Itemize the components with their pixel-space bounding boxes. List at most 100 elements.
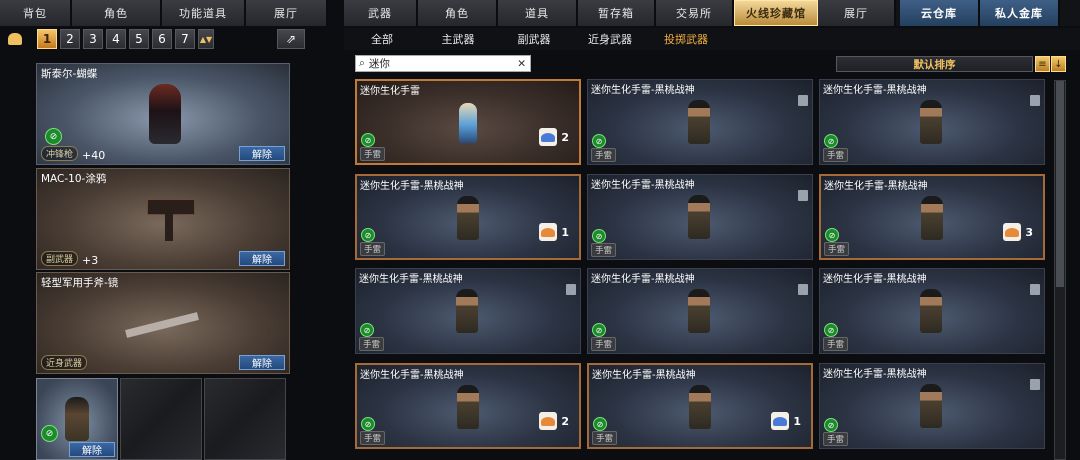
trash-icon[interactable] bbox=[566, 284, 576, 295]
scrollbar[interactable] bbox=[1054, 80, 1066, 460]
equipped-slot-1[interactable]: 斯泰尔-蝴蝶 ⊘ 冲锋枪 +40 解除 bbox=[36, 63, 290, 165]
page-1-button[interactable]: 1 bbox=[37, 29, 57, 49]
list-view-icon[interactable]: ≡ bbox=[1035, 56, 1050, 72]
item-type-tag: 手雷 bbox=[823, 148, 849, 162]
category-tag: 近身武器 bbox=[41, 355, 88, 370]
bound-icon: ⊘ bbox=[824, 323, 838, 337]
item-figure bbox=[688, 100, 710, 144]
equipped-slot-2[interactable]: MAC-10-涂鸦 副武器 +3 解除 bbox=[36, 168, 290, 270]
subtab-primary[interactable]: 主武器 bbox=[420, 31, 496, 47]
item-name: 迷你生化手雷 bbox=[360, 86, 420, 97]
unequip-button[interactable]: 解除 bbox=[69, 442, 115, 457]
item-card[interactable]: 迷你生化手雷-黑桃战神 ⊘ 手雷 3 bbox=[819, 174, 1045, 260]
subtab-melee[interactable]: 近身武器 bbox=[572, 31, 648, 47]
tab-character[interactable]: 角色 bbox=[72, 0, 162, 26]
page-2-button[interactable]: 2 bbox=[60, 29, 80, 49]
trash-icon[interactable] bbox=[798, 190, 808, 201]
item-type-tag: 手雷 bbox=[359, 337, 385, 351]
item-figure bbox=[457, 385, 479, 429]
trash-icon[interactable] bbox=[1030, 379, 1040, 390]
subtab-throwing[interactable]: 投掷武器 bbox=[648, 31, 724, 47]
equipped-name: 轻型军用手斧-镜 bbox=[41, 277, 119, 289]
page-stepper-icon[interactable]: ▲▼ bbox=[198, 29, 214, 49]
item-figure bbox=[457, 196, 479, 240]
left-tab-bar: 背包 角色 功能道具 展厅 bbox=[0, 0, 328, 26]
tab-props[interactable]: 道具 bbox=[498, 0, 578, 26]
item-type-tag: 手雷 bbox=[823, 432, 849, 446]
equipped-slot-3[interactable]: 轻型军用手斧-镜 近身武器 解除 bbox=[36, 272, 290, 374]
cake-icon bbox=[771, 412, 790, 430]
tab-function-items[interactable]: 功能道具 bbox=[162, 0, 246, 26]
item-card[interactable]: 迷你生化手雷-黑桃战神 ⊘ 手雷 1 bbox=[587, 363, 813, 449]
item-card[interactable]: 迷你生化手雷-黑桃战神 ⊘ 手雷 1 bbox=[355, 174, 581, 260]
trash-icon[interactable] bbox=[1030, 95, 1040, 106]
page-7-button[interactable]: 7 bbox=[175, 29, 195, 49]
bound-icon: ⊘ bbox=[592, 229, 606, 243]
equipped-name: MAC-10-涂鸦 bbox=[41, 173, 107, 185]
item-card[interactable]: 迷你生化手雷 ⊘ 手雷 2 bbox=[355, 79, 581, 165]
item-figure bbox=[920, 384, 942, 428]
item-name: 迷你生化手雷-黑桃战神 bbox=[359, 274, 463, 285]
unequip-button[interactable]: 解除 bbox=[239, 251, 285, 266]
subtab-secondary[interactable]: 副武器 bbox=[496, 31, 572, 47]
empty-small-slot-3[interactable] bbox=[204, 378, 286, 460]
page-6-button[interactable]: 6 bbox=[152, 29, 172, 49]
item-count: 3 bbox=[1025, 225, 1033, 239]
trash-icon[interactable] bbox=[1030, 284, 1040, 295]
tab-storage-box[interactable]: 暂存箱 bbox=[578, 0, 656, 26]
bound-icon: ⊘ bbox=[592, 134, 606, 148]
weapon-grip bbox=[165, 213, 173, 241]
trash-icon[interactable] bbox=[798, 284, 808, 295]
cake-icon bbox=[539, 223, 558, 241]
category-tag: 副武器 bbox=[41, 251, 79, 266]
page-3-button[interactable]: 3 bbox=[83, 29, 103, 49]
item-card[interactable]: 迷你生化手雷-黑桃战神 ⊘ 手雷 bbox=[587, 268, 813, 354]
sort-dropdown[interactable]: 默认排序 bbox=[836, 56, 1033, 72]
bound-icon: ⊘ bbox=[45, 128, 62, 145]
tab-showroom-right[interactable]: 展厅 bbox=[818, 0, 896, 26]
cake-icon bbox=[1003, 223, 1022, 241]
item-type-tag: 手雷 bbox=[591, 243, 617, 257]
bound-icon: ⊘ bbox=[41, 425, 58, 442]
search-input[interactable]: ⌕ 迷你 ✕ bbox=[355, 55, 531, 72]
item-card[interactable]: 迷你生化手雷-黑桃战神 ⊘ 手雷 bbox=[819, 79, 1045, 165]
sort-direction-icon[interactable]: ↓ bbox=[1051, 56, 1066, 72]
weapon-subtabs: 全部 主武器 副武器 近身武器 投掷武器 bbox=[344, 28, 1080, 50]
bound-icon: ⊘ bbox=[592, 323, 606, 337]
item-figure bbox=[689, 385, 711, 429]
tab-collection-hall[interactable]: 火线珍藏馆 bbox=[734, 0, 818, 26]
item-type-tag: 手雷 bbox=[360, 431, 386, 445]
empty-small-slot-2[interactable] bbox=[120, 378, 202, 460]
tab-roles[interactable]: 角色 bbox=[418, 0, 498, 26]
item-card[interactable]: 迷你生化手雷-黑桃战神 ⊘ 手雷 2 bbox=[355, 363, 581, 449]
tab-showroom[interactable]: 展厅 bbox=[246, 0, 328, 26]
tab-weapons[interactable]: 武器 bbox=[344, 0, 418, 26]
equipped-small-slot-1[interactable]: ⊘ 解除 bbox=[36, 378, 118, 460]
item-card[interactable]: 迷你生化手雷-黑桃战神 ⊘ 手雷 bbox=[587, 79, 813, 165]
bound-icon: ⊘ bbox=[361, 417, 375, 431]
subtab-all[interactable]: 全部 bbox=[344, 31, 420, 47]
item-count: 1 bbox=[561, 225, 569, 239]
page-4-button[interactable]: 4 bbox=[106, 29, 126, 49]
item-card[interactable]: 迷你生化手雷-黑桃战神 ⊘ 手雷 bbox=[819, 268, 1045, 354]
tab-exchange[interactable]: 交易所 bbox=[656, 0, 734, 26]
item-card[interactable]: 迷你生化手雷-黑桃战神 ⊘ 手雷 bbox=[355, 268, 581, 354]
unequip-button[interactable]: 解除 bbox=[239, 355, 285, 370]
bound-icon: ⊘ bbox=[360, 323, 374, 337]
tab-private-vault[interactable]: 私人金库 bbox=[980, 0, 1060, 26]
item-type-tag: 手雷 bbox=[591, 337, 617, 351]
item-type-tag: 手雷 bbox=[360, 147, 386, 161]
item-count: 1 bbox=[793, 414, 801, 428]
item-card[interactable]: 迷你生化手雷-黑桃战神 ⊘ 手雷 bbox=[819, 363, 1045, 449]
export-icon[interactable]: ⇗ bbox=[277, 29, 305, 49]
item-name: 迷你生化手雷-黑桃战神 bbox=[591, 274, 695, 285]
item-count-badge: 3 bbox=[1003, 222, 1033, 242]
clear-icon[interactable]: ✕ bbox=[517, 58, 526, 70]
scrollbar-thumb[interactable] bbox=[1056, 81, 1064, 287]
tab-backpack[interactable]: 背包 bbox=[0, 0, 72, 26]
trash-icon[interactable] bbox=[798, 95, 808, 106]
item-card[interactable]: 迷你生化手雷-黑桃战神 ⊘ 手雷 bbox=[587, 174, 813, 260]
page-5-button[interactable]: 5 bbox=[129, 29, 149, 49]
unequip-button[interactable]: 解除 bbox=[239, 146, 285, 161]
tab-cloud-warehouse[interactable]: 云仓库 bbox=[900, 0, 980, 26]
